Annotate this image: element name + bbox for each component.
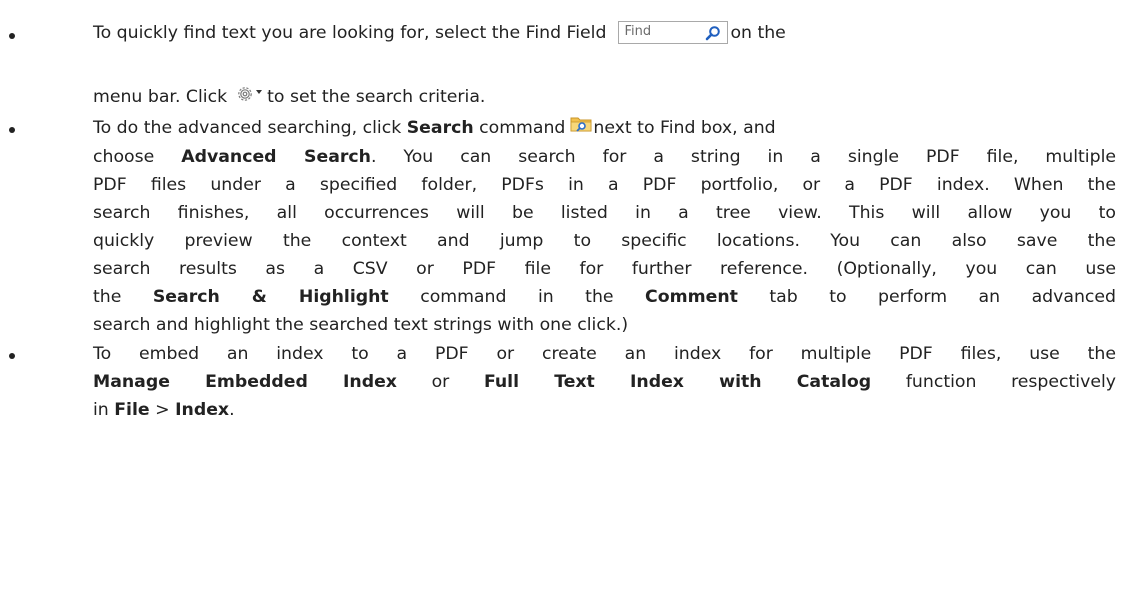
- bullet-2-line-6: search results as a CSV or PDF file for …: [93, 259, 1116, 279]
- bullet-3-line-2: Manage Embedded Index or Full Text Index…: [93, 369, 1116, 395]
- bullet-marker: [9, 353, 19, 363]
- find-placeholder: Find: [624, 24, 652, 39]
- text-segment: >: [149, 400, 176, 420]
- bullet-1-line-2: menu bar. Click to set the search criteri…: [93, 84, 485, 110]
- text-segment: choose: [93, 147, 182, 167]
- manage-embedded-index-label: Manage Embedded Index: [93, 372, 397, 392]
- bullet-2-line-4: search finishes, all occurrences will be…: [93, 203, 1116, 223]
- text-segment: .: [229, 400, 235, 420]
- folder-search-icon: [570, 117, 592, 132]
- index-menu-label: Index: [175, 400, 230, 420]
- bullet-marker: [9, 33, 19, 43]
- text-segment: or: [396, 372, 484, 392]
- advanced-search-label: Advanced Search: [181, 147, 371, 167]
- gear-icon: [238, 87, 263, 101]
- text-segment: tab to perform an advanced: [737, 287, 1117, 307]
- text-segment: command: [473, 118, 566, 138]
- search-command-label: Search: [406, 118, 474, 138]
- search-highlight-label: Search & Highlight: [152, 287, 389, 307]
- text-segment: to set the search criteria.: [267, 87, 486, 107]
- text-segment: function respectively: [871, 372, 1116, 392]
- text-segment: To quickly find text you are looking for…: [93, 23, 607, 43]
- bullet-2-line-3: PDF files under a specified folder, PDFs…: [93, 175, 1116, 195]
- bullet-2-line-8: search and highlight the searched text s…: [93, 315, 629, 335]
- bullet-2-line-5: quickly preview the context and jump to …: [93, 231, 1116, 251]
- bullet-3-line-1: To embed an index to a PDF or create an …: [93, 344, 1116, 364]
- text-segment: next to Find box, and: [593, 118, 776, 138]
- text-segment: command in the: [388, 287, 646, 307]
- help-document: To quickly find text you are looking for…: [0, 0, 1123, 604]
- text-segment: in: [93, 400, 115, 420]
- magnifier-icon: [706, 26, 721, 41]
- search-command-icon[interactable]: [570, 115, 592, 133]
- text-segment: on the: [730, 23, 786, 43]
- bullet-marker: [9, 127, 19, 137]
- full-text-index-label: Full Text Index with Catalog: [483, 372, 872, 392]
- bullet-3-line-3: in File > Index.: [93, 397, 235, 423]
- text-segment: . You can search for a string in a singl…: [370, 147, 1117, 167]
- find-field[interactable]: Find: [618, 21, 729, 44]
- comment-tab-label: Comment: [645, 287, 738, 307]
- text-segment: To do the advanced searching, click: [93, 118, 407, 138]
- bullet-2-line-2: choose Advanced Search. You can search f…: [93, 144, 1116, 170]
- text-segment: menu bar. Click: [93, 87, 228, 107]
- text-segment: the: [93, 287, 153, 307]
- bullet-1-line-1: To quickly find text you are looking for…: [93, 20, 786, 46]
- dropdown-arrow-icon: [256, 90, 263, 94]
- bullet-2-line-7: the Search & Highlight command in the Co…: [93, 284, 1116, 310]
- bullet-2-line-1: To do the advanced searching, click Sear…: [93, 115, 776, 141]
- search-settings-gear-icon[interactable]: [235, 84, 265, 104]
- file-menu-label: File: [114, 400, 150, 420]
